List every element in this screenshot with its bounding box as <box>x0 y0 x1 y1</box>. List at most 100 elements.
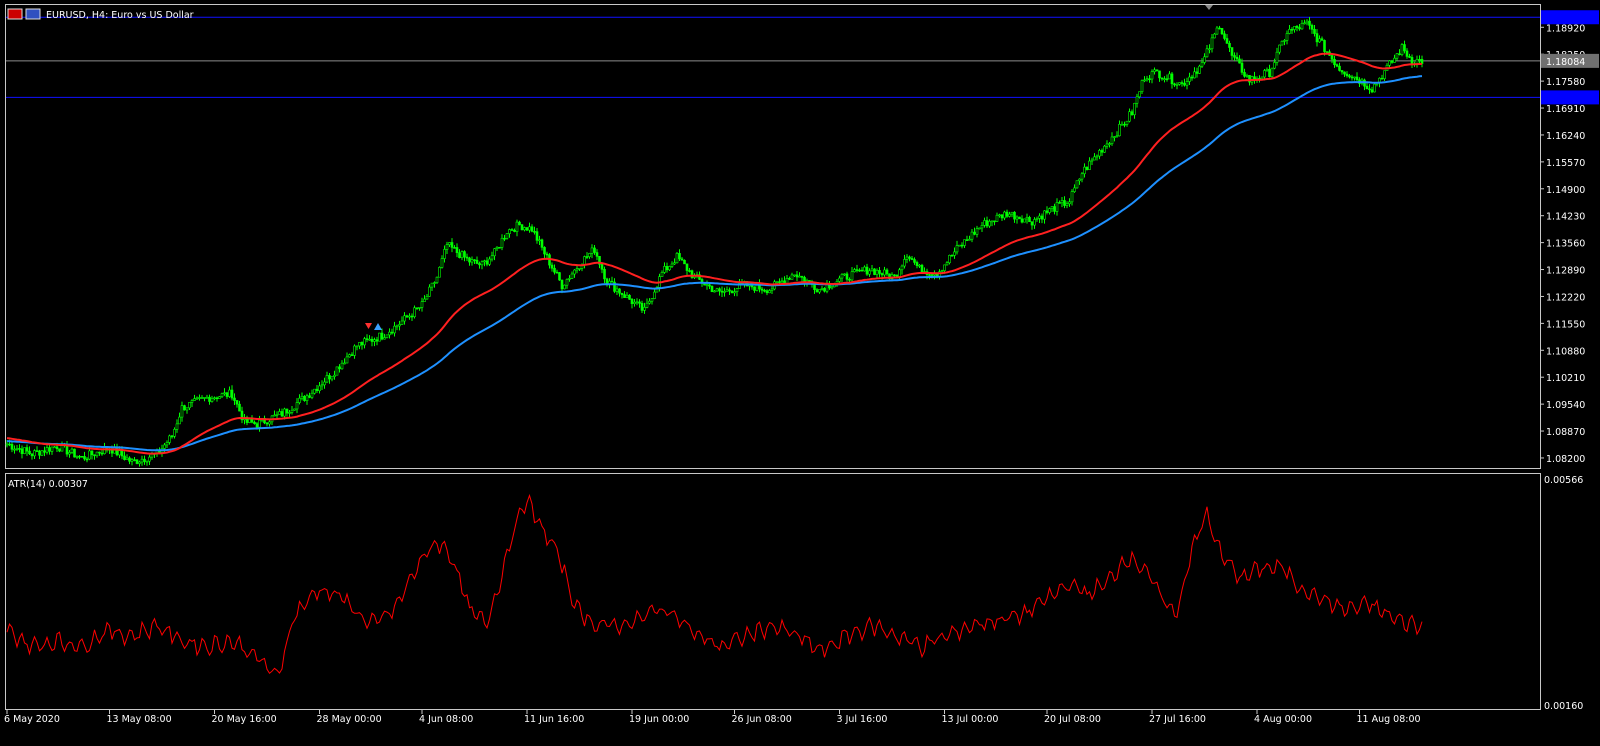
candle-body <box>1300 23 1304 30</box>
candle-body <box>190 400 194 403</box>
candle-body <box>1323 40 1326 52</box>
candle-body <box>365 338 369 340</box>
candle-body <box>1278 44 1281 53</box>
price-tick-label: 1.16910 <box>1546 104 1585 115</box>
candle-body <box>290 409 294 413</box>
candle-body <box>1283 40 1286 42</box>
candle-body <box>873 268 876 275</box>
candle-body <box>130 459 134 462</box>
candle-body <box>1340 70 1344 73</box>
price-tick-label: 1.08200 <box>1546 454 1585 465</box>
candle-body <box>25 447 29 452</box>
candle-body <box>343 362 346 365</box>
candle-body <box>963 239 966 246</box>
candle-body <box>845 273 849 280</box>
candle-body <box>988 221 991 227</box>
candle-body <box>438 267 441 278</box>
candle-body <box>1195 71 1199 74</box>
candle-body <box>908 256 911 259</box>
candle-body <box>965 239 969 242</box>
candle-body <box>470 259 474 263</box>
candle-body <box>528 226 531 231</box>
candle-body <box>250 419 254 423</box>
candle-body <box>1260 76 1264 79</box>
price-tick-label: 1.12890 <box>1546 266 1585 277</box>
candle-body <box>75 455 79 458</box>
candle-body <box>800 275 804 278</box>
candle-body <box>30 453 34 457</box>
candle-body <box>1043 210 1046 220</box>
candle-body <box>1083 166 1086 175</box>
candle-body <box>10 444 14 450</box>
candle-body <box>1055 202 1059 212</box>
candle-body <box>575 268 579 271</box>
candle-body <box>903 259 906 267</box>
chart-canvas[interactable]: 1.189201.182501.175801.169101.162401.155… <box>0 0 1600 746</box>
candle-body <box>1070 191 1074 203</box>
candle-body <box>1275 51 1279 63</box>
candle-body <box>18 448 21 450</box>
candle-body <box>560 279 564 290</box>
price-tick-label: 1.13560 <box>1546 239 1585 250</box>
candle-body <box>218 396 221 399</box>
candle-body <box>5 443 9 446</box>
candle-body <box>428 286 431 297</box>
candle-body <box>398 324 401 327</box>
candle-body <box>713 290 716 293</box>
candle-body <box>328 375 331 380</box>
candle-body <box>40 450 44 456</box>
candle-body <box>900 265 904 271</box>
candle-body <box>1408 56 1411 58</box>
candle-body <box>570 273 574 279</box>
candle-body <box>565 279 569 286</box>
candle-body <box>415 307 419 310</box>
candle-body <box>600 264 604 270</box>
candle-body <box>1220 28 1224 35</box>
candle-body <box>58 448 61 452</box>
candle-body <box>475 259 479 264</box>
candle-body <box>603 269 606 280</box>
candle-body <box>615 288 619 292</box>
candle-body <box>1120 123 1124 126</box>
candle-body <box>553 267 556 273</box>
candle-body <box>98 451 101 454</box>
candle-body <box>1355 76 1359 81</box>
candle-body <box>38 450 41 456</box>
candle-body <box>688 270 691 272</box>
candle-body <box>1353 76 1356 79</box>
candle-body <box>1000 214 1004 219</box>
candle-body <box>230 389 234 399</box>
price-tick-label: 1.18920 <box>1546 23 1585 34</box>
candle-body <box>545 253 549 256</box>
candle-body <box>885 269 889 275</box>
candle-body <box>103 447 106 455</box>
candle-body <box>918 264 921 267</box>
price-tick-label: 1.16240 <box>1546 131 1585 142</box>
candle-body <box>790 274 794 280</box>
candle-body <box>978 227 981 230</box>
candle-body <box>993 220 996 223</box>
price-tick-label: 1.15570 <box>1546 158 1585 169</box>
chart-background <box>0 0 1600 746</box>
candle-body <box>33 450 36 457</box>
candle-body <box>1143 79 1146 82</box>
candle-body <box>380 332 384 340</box>
candle-body <box>915 262 919 266</box>
candle-body <box>1110 136 1114 144</box>
candle-body <box>640 303 644 311</box>
candle-body <box>480 261 484 266</box>
candle-body <box>825 284 829 292</box>
candle-body <box>508 229 511 234</box>
candle-body <box>635 301 639 304</box>
candle-body <box>465 256 469 259</box>
candle-body <box>578 267 581 270</box>
candle-body <box>213 397 216 400</box>
candle-body <box>233 397 236 401</box>
candle-body <box>710 285 714 293</box>
candle-body <box>1020 218 1024 223</box>
candle-body <box>1008 213 1011 217</box>
candle-body <box>288 412 291 414</box>
candle-body <box>645 302 649 308</box>
candle-body <box>998 214 1001 217</box>
candle-body <box>668 266 671 271</box>
